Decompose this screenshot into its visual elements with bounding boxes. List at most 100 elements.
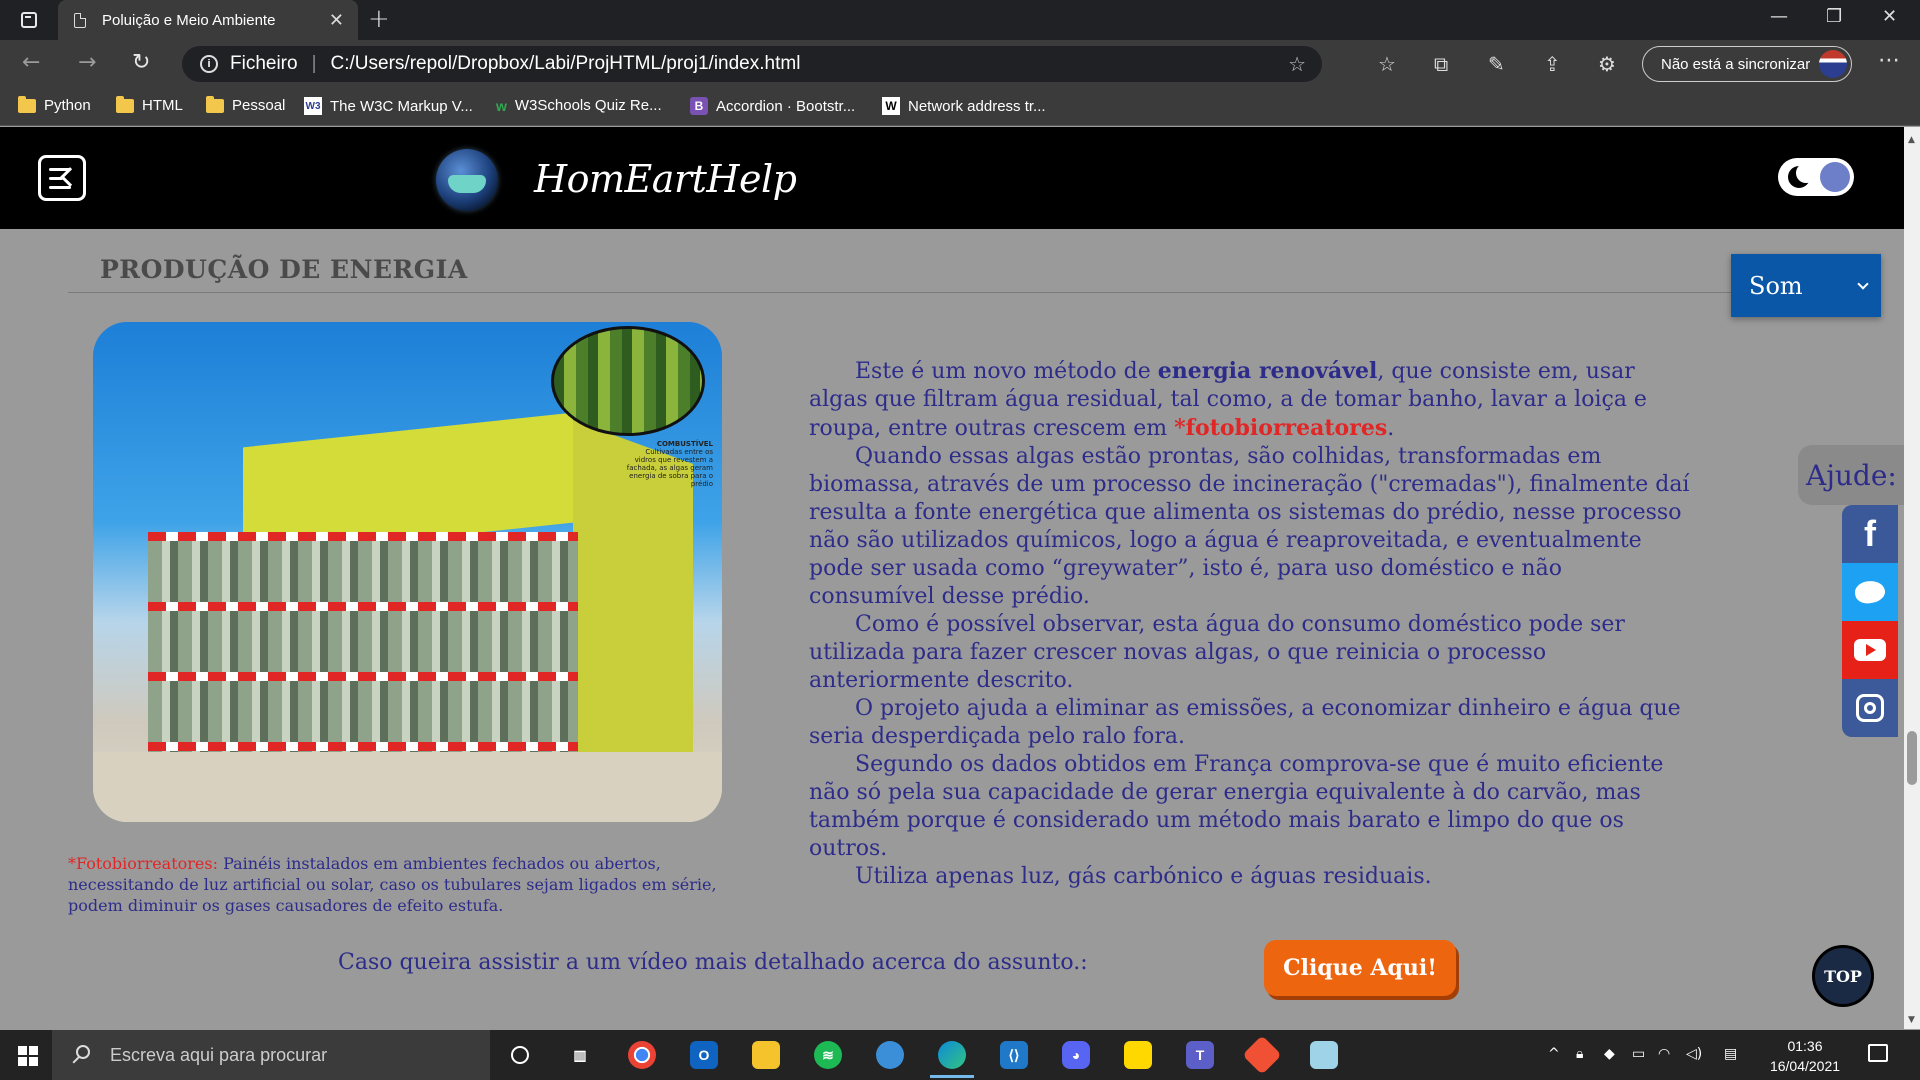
share-icon[interactable]: ⇪ [1544,52,1561,76]
edge-icon[interactable] [930,1041,974,1078]
back-to-top-button[interactable]: TOP [1812,945,1874,1007]
paragraph: O projeto ajuda a eliminar as emissões, … [809,696,1681,749]
task-view-icon[interactable]: ▥ [566,1041,594,1069]
windows-taskbar: Escreva aqui para procurar ▥ O ≋ ⟨⟩ ◕ T … [0,1030,1920,1080]
tab-actions-icon[interactable] [14,8,44,32]
wikipedia-icon: W [882,97,900,115]
volume-icon[interactable]: ◁) [1686,1046,1702,1062]
refresh-icon[interactable]: ↻ [132,50,150,75]
clock-date: 16/04/2021 [1769,1058,1841,1074]
moon-icon [1788,163,1816,188]
extensions-icon[interactable]: ⚙ [1598,52,1616,76]
outlook-icon[interactable]: O [690,1041,718,1069]
sticky-notes-icon[interactable] [1124,1041,1152,1069]
close-window-icon[interactable]: ✕ [1882,6,1897,27]
bookmark-label: Network address tr... [908,97,1046,115]
wifi-icon[interactable]: ◠ [1658,1046,1670,1062]
address-prefix: Ficheiro [230,53,298,74]
sync-label: Não está a sincronizar [1661,55,1811,73]
menu-toggle-button[interactable] [38,155,86,201]
teams-icon[interactable]: T [1186,1041,1214,1069]
info-icon[interactable]: i [200,55,218,73]
scrollbar[interactable]: ▲ ▼ [1904,127,1920,1029]
bookmark-html[interactable]: HTML [116,95,183,114]
back-icon[interactable]: ← [22,50,40,75]
restore-icon[interactable]: ❐ [1826,6,1842,27]
web-capture-icon[interactable]: ✎ [1488,52,1505,76]
bookmarks-bar: Python HTML Pessoal W3 The W3C Markup V..… [0,88,1920,126]
git-icon[interactable] [1242,1035,1282,1075]
keyboard-icon[interactable]: ▤ [1724,1046,1737,1062]
battery-icon[interactable]: ▭ [1632,1046,1645,1062]
divider [68,292,1788,293]
search-placeholder: Escreva aqui para procurar [110,1044,328,1065]
site-header: HomEartHelp [0,127,1904,229]
discord-icon[interactable]: ◕ [1062,1041,1090,1069]
bookmark-wikipedia[interactable]: W Network address tr... [882,97,1046,115]
browser-tab[interactable]: Poluição e Meio Ambiente ✕ [58,0,358,40]
bookmark-w3schools[interactable]: w W3Schools Quiz Re... [496,97,662,114]
image-caption: COMBUSTÍVEL Cultivadas entre os vidros q… [623,440,713,488]
close-tab-icon[interactable]: ✕ [329,10,344,31]
scroll-down-icon[interactable]: ▼ [1908,1015,1915,1025]
new-tab-icon[interactable]: + [368,4,390,34]
vscode-icon[interactable]: ⟨⟩ [1000,1041,1028,1069]
file-explorer-icon[interactable] [752,1041,780,1069]
site-logo-text: HomEartHelp [534,157,797,201]
favorites-icon[interactable]: ☆ [1378,52,1396,76]
bookmark-pessoal[interactable]: Pessoal [206,95,285,114]
notifications-icon[interactable] [1868,1044,1888,1062]
dropbox-icon[interactable]: ◆ [1604,1046,1615,1062]
chevron-down-icon [1857,278,1869,290]
collections-icon[interactable]: ⧉ [1434,52,1448,76]
windows-start-icon[interactable] [18,1046,38,1066]
bookmark-label: HTML [142,97,183,114]
app-icon[interactable] [876,1041,904,1069]
search-icon [76,1045,90,1059]
scroll-up-icon[interactable]: ▲ [1908,135,1915,145]
scrollbar-thumb[interactable] [1907,731,1917,785]
bookmark-label: W3Schools Quiz Re... [514,97,662,114]
article-text: Este é um novo método de energia renováv… [809,357,1694,891]
profile-sync-button[interactable]: Não está a sincronizar [1642,46,1852,82]
spotify-icon[interactable]: ≋ [814,1041,842,1069]
bookmark-python[interactable]: Python [18,95,91,114]
click-here-button[interactable]: Clique Aqui! [1264,940,1456,996]
forward-icon[interactable]: → [78,50,96,75]
help-label: Ajude: [1798,445,1904,505]
minimize-icon[interactable]: — [1770,6,1788,27]
sound-select[interactable]: Som [1731,254,1881,317]
paragraph: Este é um novo método de energia renováv… [809,358,1647,441]
highlight-renewable: energia renovável [1157,358,1378,384]
cortana-icon[interactable] [506,1041,534,1069]
video-prompt-text: Caso queira assistir a um vídeo mais det… [338,950,1088,975]
dark-mode-toggle[interactable] [1778,158,1854,196]
add-favorite-icon[interactable]: ☆ [1288,52,1306,77]
image-caption-text: Cultivadas entre os vidros que revestem … [626,448,713,489]
youtube-icon[interactable] [1842,621,1898,679]
w3schools-icon: w [496,97,507,114]
clock-time: 01:36 [1787,1038,1823,1054]
instagram-icon[interactable] [1842,679,1898,737]
app-icon[interactable] [1310,1041,1338,1069]
tab-title: Poluição e Meio Ambiente [102,11,276,29]
chrome-icon[interactable] [628,1041,656,1069]
highlight-photobioreactors: *fotobiorreatores [1174,415,1388,441]
taskbar-clock[interactable]: 01:36 16/04/2021 [1760,1036,1850,1076]
taskbar-search-input[interactable]: Escreva aqui para procurar [52,1030,490,1080]
paragraph: Utiliza apenas luz, gás carbónico e água… [855,864,1432,889]
facebook-icon[interactable]: f [1842,505,1898,563]
paragraph: Segundo os dados obtidos em França compr… [809,752,1664,861]
lock-icon[interactable]: 🔒︎ [1576,1046,1583,1062]
bookmark-w3c[interactable]: W3 The W3C Markup V... [304,97,473,115]
twitter-icon[interactable] [1842,563,1898,621]
footnote: *Fotobiorreatores: Painéis instalados em… [68,853,728,916]
chevron-up-icon[interactable]: ^ [1548,1046,1560,1062]
image-caption-title: COMBUSTÍVEL [656,440,713,448]
main-content: PRODUÇÃO DE ENERGIA COMBUSTÍVEL Cultivad… [0,229,1904,1029]
paragraph: Como é possível observar, esta água do c… [809,612,1625,693]
browser-toolbar: ← → ↻ i Ficheiro | C:/Users/repol/Dropbo… [0,40,1920,88]
address-bar[interactable]: i Ficheiro | C:/Users/repol/Dropbox/Labi… [182,46,1322,82]
bookmark-bootstrap[interactable]: B Accordion · Bootstr... [690,97,855,115]
more-options-icon[interactable]: ⋯ [1878,48,1900,73]
